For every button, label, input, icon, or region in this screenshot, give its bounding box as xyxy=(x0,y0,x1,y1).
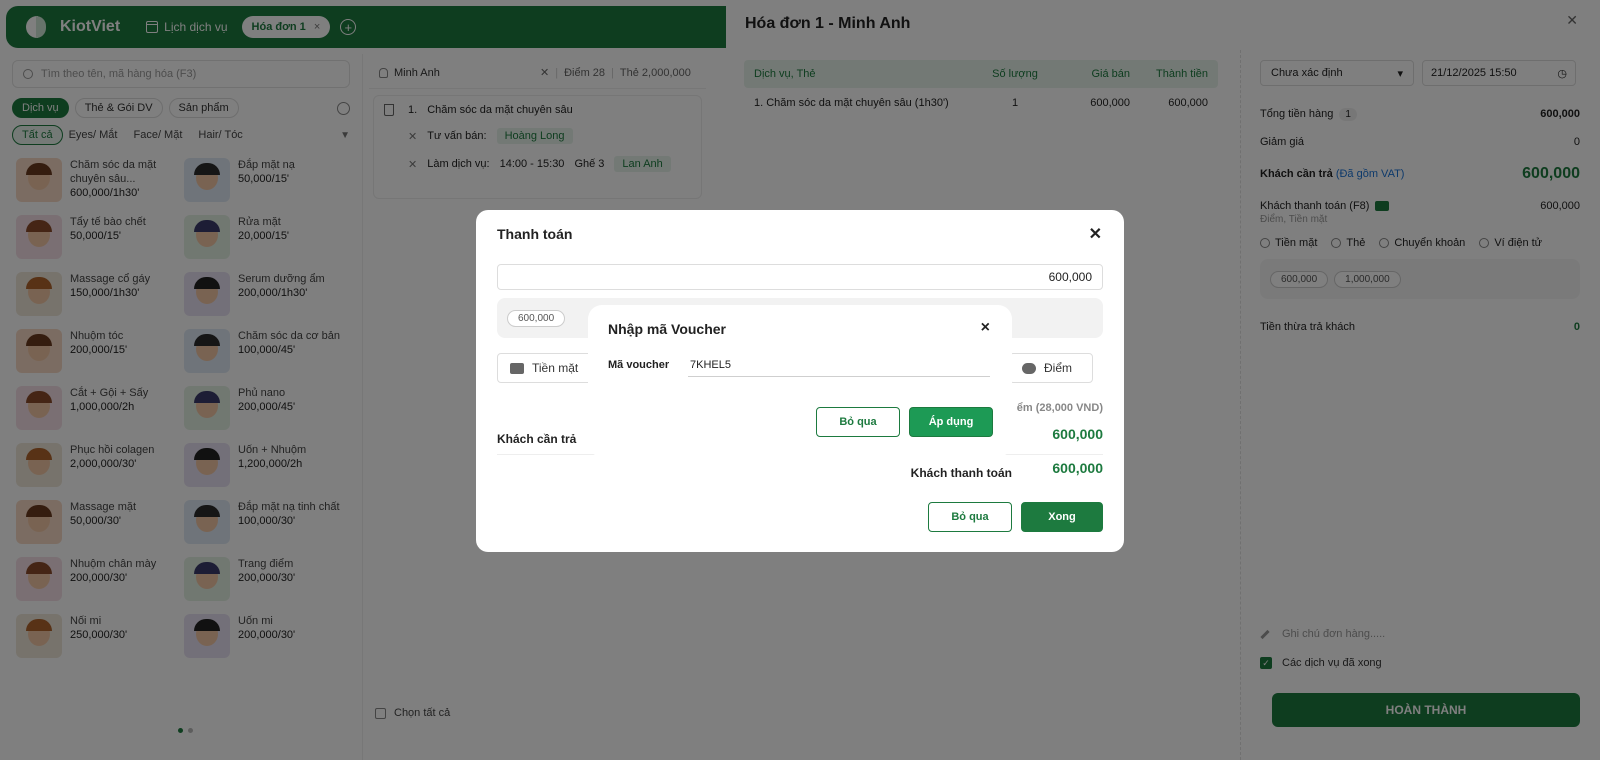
wallet-icon xyxy=(510,362,524,374)
close-icon[interactable]: ✕ xyxy=(1089,224,1102,244)
payment-method-points[interactable]: Điểm xyxy=(1009,353,1093,383)
voucher-apply-button[interactable]: Áp dụng xyxy=(909,407,993,437)
points-note: ểm (28,000 VND) xyxy=(1016,402,1103,414)
voucher-cancel-button[interactable]: Bỏ qua xyxy=(816,407,900,437)
payment-paid-label: Khách thanh toán xyxy=(910,466,1012,480)
payment-paid-value: 600,000 xyxy=(1052,460,1103,476)
voucher-dialog: Nhập mã Voucher × Mã voucher Bỏ qua Áp d… xyxy=(588,305,1012,457)
voucher-label: Mã voucher xyxy=(608,359,670,371)
piggy-bank-icon xyxy=(1022,362,1036,374)
payment-method-cash[interactable]: Tiền mặt xyxy=(497,353,597,383)
close-icon[interactable]: × xyxy=(981,319,990,337)
payment-cancel-button[interactable]: Bỏ qua xyxy=(928,502,1012,532)
payment-title: Thanh toán xyxy=(497,226,573,242)
voucher-code-input[interactable] xyxy=(688,353,990,377)
payment-method-points-label: Điểm xyxy=(1044,361,1073,375)
payment-done-button[interactable]: Xong xyxy=(1021,502,1103,532)
payment-quick-amount[interactable]: 600,000 xyxy=(507,309,566,327)
payment-method-cash-label: Tiền mặt xyxy=(532,361,579,375)
payment-amount-input[interactable]: 600,000 xyxy=(497,264,1103,290)
payment-need-label: Khách cần trả xyxy=(497,432,577,446)
payment-need-value: 600,000 xyxy=(1052,426,1103,442)
voucher-title: Nhập mã Voucher xyxy=(608,321,726,337)
